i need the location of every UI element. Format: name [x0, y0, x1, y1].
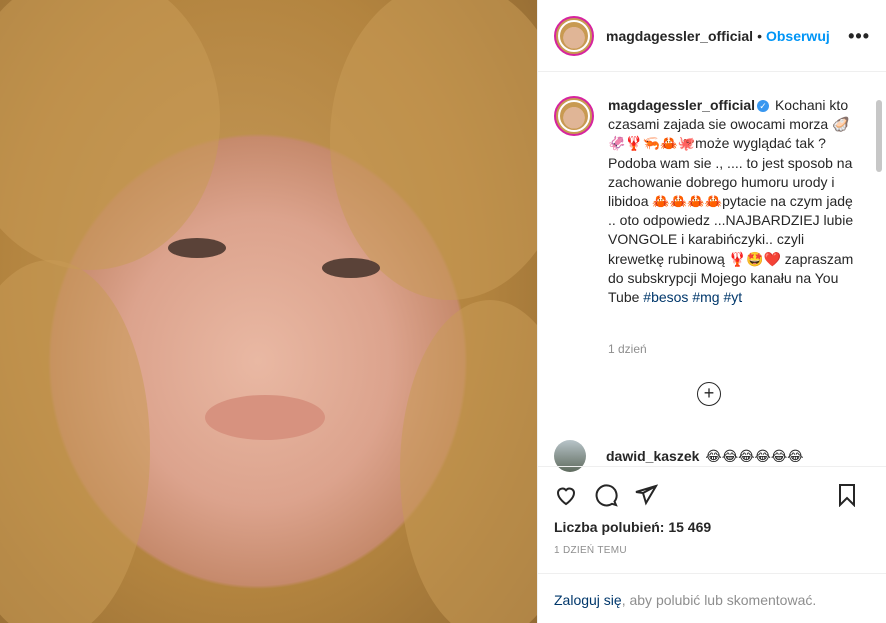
load-more-comments-icon[interactable]: +	[697, 382, 721, 406]
hair-shape	[0, 260, 150, 623]
likes-count[interactable]: Liczba polubień: 15 469	[554, 519, 871, 535]
header-username[interactable]: magdagessler_official	[606, 28, 753, 44]
share-icon[interactable]	[634, 483, 658, 507]
eye-shape	[322, 258, 380, 278]
post-actions: Liczba polubień: 15 469 1 DZIEŃ TEMU Zal…	[538, 466, 886, 623]
instagram-post: magdagessler_official • Obserwuj ••• mag…	[0, 0, 886, 623]
post-sidebar: magdagessler_official • Obserwuj ••• mag…	[537, 0, 886, 623]
caption-time: 1 dzień	[608, 342, 647, 356]
avatar[interactable]	[554, 15, 594, 56]
hair-shape	[330, 0, 537, 300]
separator-dot: •	[757, 27, 762, 44]
login-prompt-text: , aby polubić lub skomentować.	[621, 592, 817, 608]
bookmark-icon[interactable]	[835, 483, 859, 507]
comment-text: 😂😂😂😂😂😂	[705, 447, 804, 464]
caption: magdagessler_official ✓ Kochani kto czasa…	[554, 96, 872, 307]
login-prompt: Zaloguj się, aby polubić lub skomentować…	[538, 573, 886, 623]
hashtags[interactable]: #besos #mg #yt	[643, 289, 742, 305]
comment-icon[interactable]	[594, 483, 618, 507]
lips-shape	[205, 395, 325, 440]
caption-username[interactable]: magdagessler_official	[608, 97, 755, 113]
scrollbar[interactable]	[876, 100, 882, 172]
hair-shape	[400, 300, 537, 623]
eye-shape	[168, 238, 226, 258]
hair-shape	[0, 0, 220, 270]
follow-button[interactable]: Obserwuj	[766, 28, 830, 44]
post-photo[interactable]	[0, 0, 537, 623]
caption-body: magdagessler_official ✓ Kochani kto czasa…	[608, 96, 858, 307]
login-link[interactable]: Zaloguj się	[554, 592, 622, 608]
avatar-inner	[558, 19, 590, 52]
posted-time: 1 DZIEŃ TEMU	[554, 545, 627, 556]
heart-icon[interactable]	[554, 483, 578, 507]
post-header: magdagessler_official • Obserwuj •••	[538, 0, 886, 72]
caption-text: Kochani kto czasami zajada sie owocami m…	[608, 97, 854, 306]
verified-badge-icon: ✓	[757, 100, 770, 112]
caption-avatar[interactable]	[554, 96, 594, 136]
comment-username[interactable]: dawid_kaszek	[606, 448, 699, 464]
action-icons	[538, 467, 886, 507]
more-options-icon[interactable]: •••	[848, 26, 870, 47]
avatar-inner	[558, 100, 590, 132]
